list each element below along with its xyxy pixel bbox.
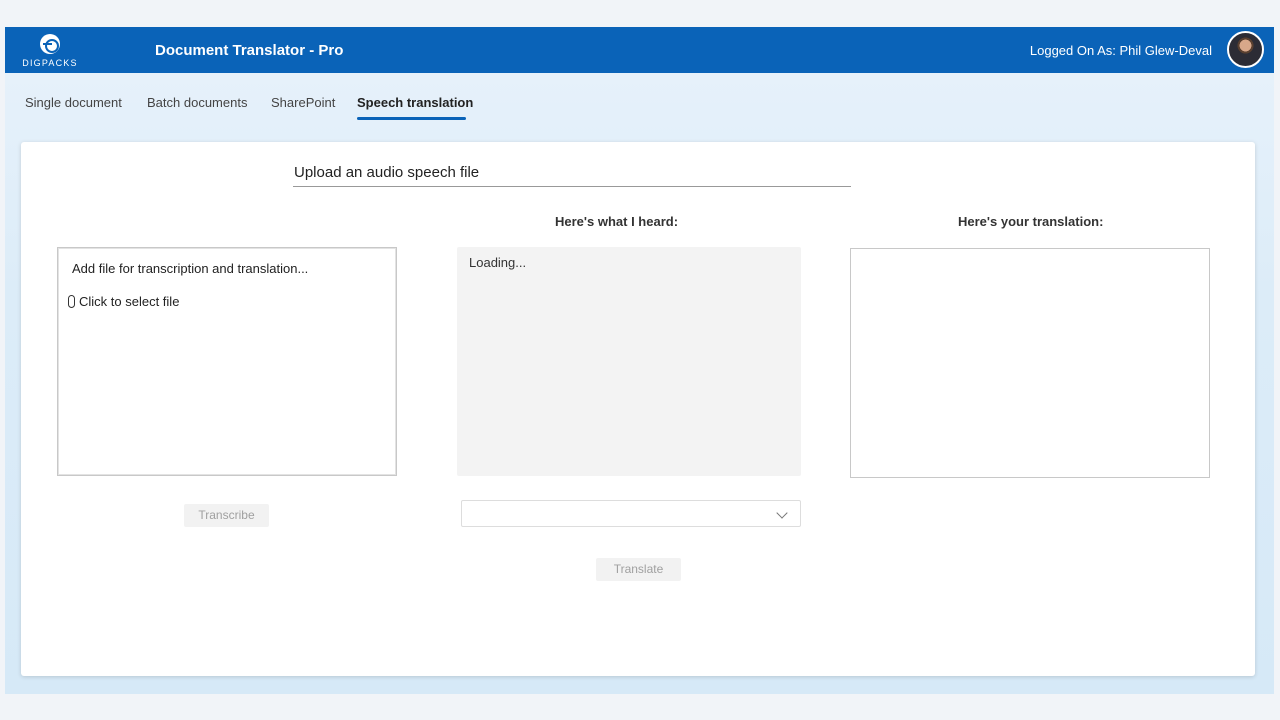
speech-translation-panel: Upload an audio speech file Here's what … xyxy=(21,142,1255,676)
language-select[interactable] xyxy=(461,500,801,527)
transcription-output: Loading... xyxy=(457,247,801,476)
heard-heading: Here's what I heard: xyxy=(555,214,679,229)
tab-batch-documents[interactable]: Batch documents xyxy=(147,95,247,110)
transcribe-button[interactable]: Transcribe xyxy=(184,504,269,527)
avatar[interactable] xyxy=(1227,31,1264,68)
logged-on-user: Logged On As: Phil Glew-Deval xyxy=(1029,43,1212,58)
translate-button[interactable]: Translate xyxy=(596,558,681,581)
logo: DIGPACKS xyxy=(15,34,85,70)
app-title: Document Translator - Pro xyxy=(155,42,344,59)
select-file-label: Click to select file xyxy=(79,294,180,309)
chevron-down-icon xyxy=(776,507,788,519)
translation-heading: Here's your translation: xyxy=(958,214,1104,229)
transcription-text: Loading... xyxy=(469,255,527,270)
paperclip-icon xyxy=(68,295,75,308)
active-tab-indicator xyxy=(357,117,466,120)
logo-text: DIGPACKS xyxy=(22,58,78,68)
tab-single-document[interactable]: Single document xyxy=(25,95,122,110)
logo-icon xyxy=(40,34,60,54)
select-file-button[interactable]: Click to select file xyxy=(68,294,179,309)
tab-sharepoint[interactable]: SharePoint xyxy=(271,95,335,110)
app-window: DIGPACKS Document Translator - Pro Logge… xyxy=(5,27,1274,694)
tab-bar: Single document Batch documents SharePoi… xyxy=(5,73,1274,123)
file-hint: Add file for transcription and translati… xyxy=(72,261,309,276)
file-drop-zone[interactable]: Add file for transcription and translati… xyxy=(57,247,397,476)
translation-output[interactable] xyxy=(850,248,1210,478)
tab-speech-translation[interactable]: Speech translation xyxy=(357,95,473,110)
top-bar: DIGPACKS Document Translator - Pro Logge… xyxy=(5,27,1274,73)
upload-title: Upload an audio speech file xyxy=(293,164,851,187)
